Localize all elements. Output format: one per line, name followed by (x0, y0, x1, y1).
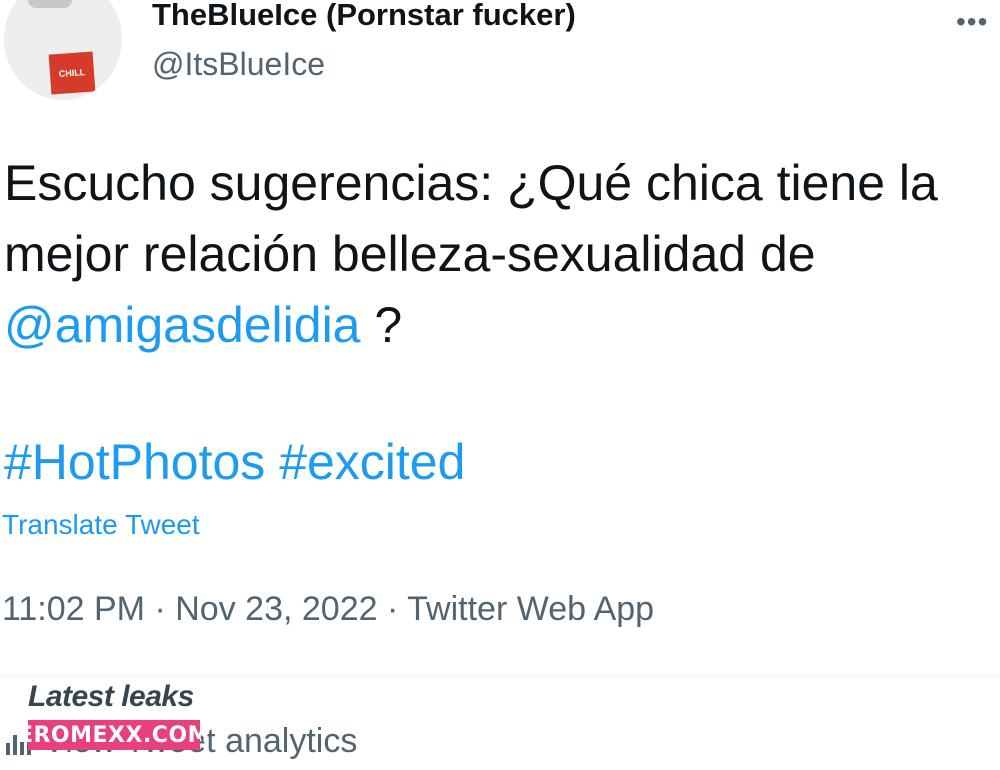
mention-link[interactable]: @amigasdelidia (4, 297, 361, 353)
display-name[interactable]: TheBlueIce (Pornstar fucker) (152, 0, 576, 33)
tweet-text-body: Escucho sugerencias: ¿Qué chica tiene la… (4, 155, 938, 282)
avatar-pack-label: CHILL (48, 51, 96, 95)
tweet-source[interactable]: Twitter Web App (407, 590, 654, 628)
separator: · (386, 590, 399, 628)
tweet-text: Escucho sugerencias: ¿Qué chica tiene la… (4, 148, 994, 361)
hashtags: #HotPhotos #excited (4, 432, 465, 492)
avatar[interactable]: CHILL (4, 0, 122, 100)
translate-tweet-link[interactable]: Translate Tweet (2, 509, 200, 541)
phone-image (28, 0, 72, 8)
divider (0, 676, 1000, 677)
tweet-metadata: 11:02 PM · Nov 23, 2022 · Twitter Web Ap… (2, 590, 654, 629)
more-options-icon[interactable]: ••• (956, 6, 988, 38)
tweet-text-end: ? (360, 297, 403, 353)
separator: · (154, 590, 166, 628)
watermark-site: EROMEXX.COM (18, 720, 210, 750)
tweet-date[interactable]: Nov 23, 2022 (175, 590, 377, 628)
hashtag-link[interactable]: #HotPhotos (4, 434, 265, 490)
user-handle[interactable]: @ItsBlueIce (152, 46, 325, 83)
tweet-time[interactable]: 11:02 PM (2, 590, 145, 628)
hashtag-link[interactable]: #excited (279, 434, 465, 490)
watermark-title: Latest leaks (28, 680, 194, 713)
